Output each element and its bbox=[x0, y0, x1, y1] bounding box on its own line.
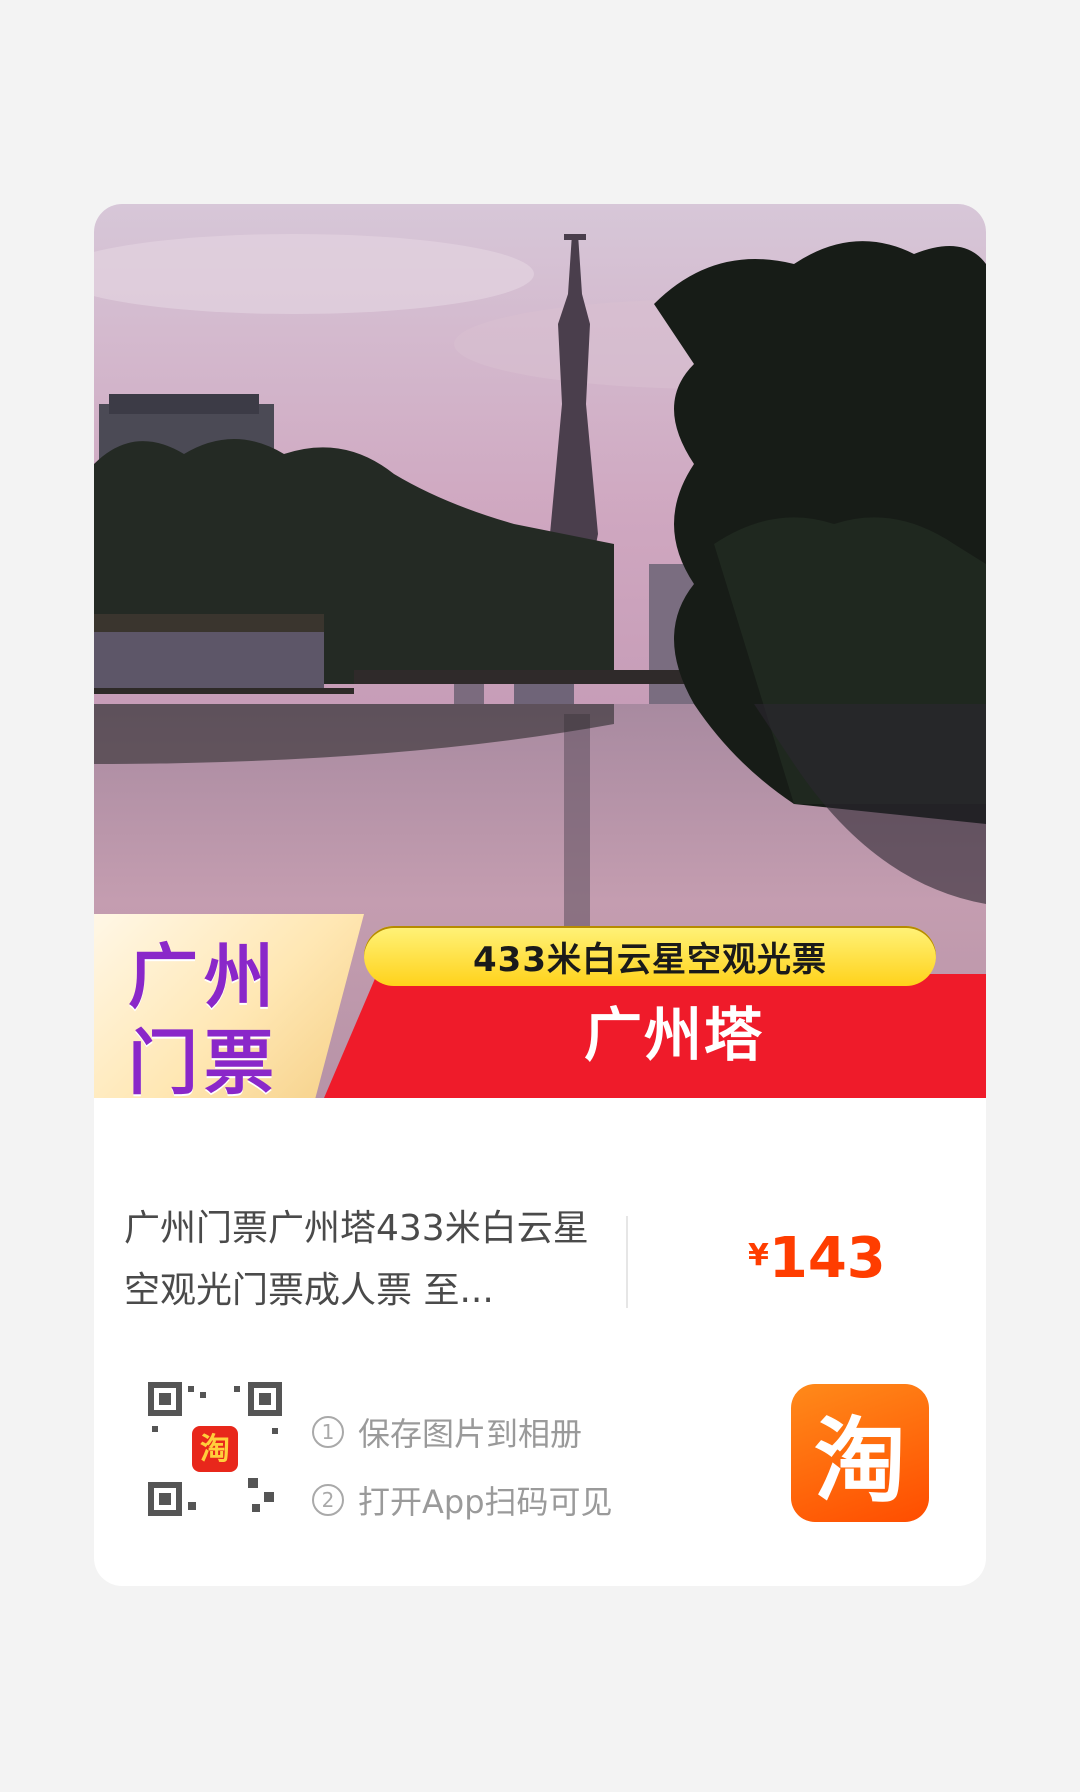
step-text: 打开App扫码可见 bbox=[358, 1483, 613, 1521]
qr-code-icon[interactable]: 淘 bbox=[148, 1382, 282, 1516]
divider bbox=[626, 1216, 628, 1308]
price: ¥143 bbox=[748, 1226, 886, 1291]
badge-text: 广州 门票 bbox=[128, 936, 280, 1104]
circled-number-icon: 2 bbox=[312, 1484, 344, 1516]
step-item: 2 打开App扫码可见 bbox=[312, 1466, 613, 1534]
ticket-subtitle-pill: 433米白云星空观光票 bbox=[364, 926, 936, 986]
taobao-app-icon[interactable]: 淘 bbox=[791, 1384, 929, 1522]
product-info: 广州门票广州塔433米白云星空观光门票成人票 至... ¥143 淘 1 保存图… bbox=[94, 1098, 986, 1586]
attraction-title: 广州塔 bbox=[583, 1001, 764, 1069]
svg-text:淘: 淘 bbox=[200, 1432, 230, 1467]
step-text: 保存图片到相册 bbox=[358, 1415, 583, 1453]
currency-symbol: ¥ bbox=[748, 1238, 769, 1273]
step-item: 1 保存图片到相册 bbox=[312, 1398, 613, 1466]
product-title[interactable]: 广州门票广州塔433米白云星空观光门票成人票 至... bbox=[124, 1198, 604, 1322]
circled-number-icon: 1 bbox=[312, 1416, 344, 1448]
scan-steps: 1 保存图片到相册 2 打开App扫码可见 bbox=[312, 1398, 613, 1534]
share-card: 广州 门票 433米白云星空观光票 广州塔 广州门票广州塔433米白云星空观光门… bbox=[94, 204, 986, 1586]
price-value: 143 bbox=[768, 1226, 886, 1291]
